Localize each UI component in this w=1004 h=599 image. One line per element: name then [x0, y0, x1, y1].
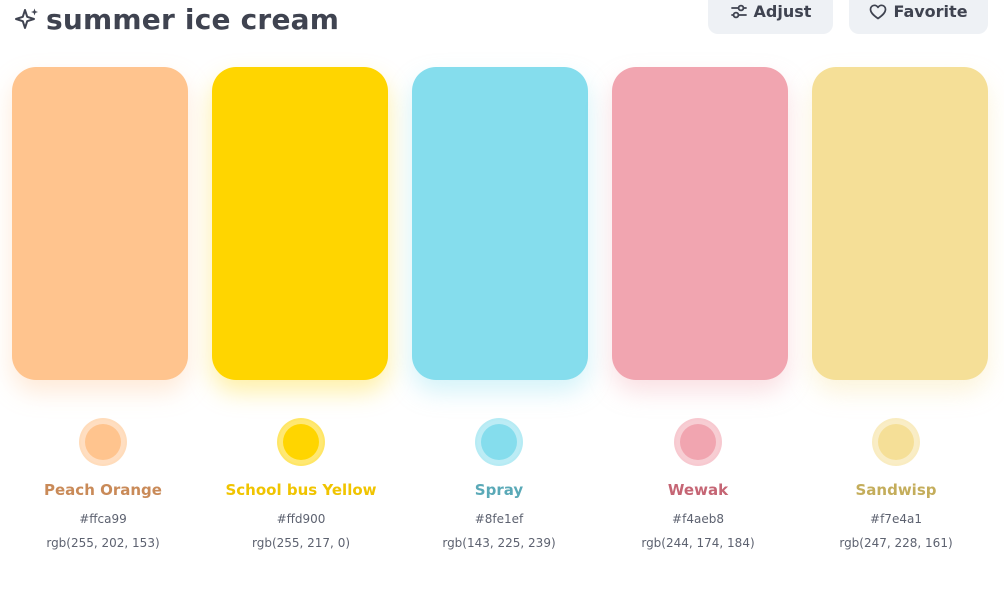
swatch-cards: [12, 67, 992, 380]
color-rgb[interactable]: rgb(255, 202, 153): [3, 536, 203, 550]
color-dot[interactable]: [874, 420, 918, 464]
color-info-wewak: Wewak #f4aeb8 rgb(244, 174, 184): [598, 420, 798, 550]
heart-icon: [870, 4, 887, 20]
adjust-button-label: Adjust: [753, 2, 812, 21]
color-card-spray[interactable]: [412, 67, 588, 380]
color-card-sandwisp[interactable]: [812, 67, 988, 380]
color-rgb[interactable]: rgb(244, 174, 184): [598, 536, 798, 550]
favorite-button[interactable]: Favorite: [849, 0, 988, 34]
color-name: Peach Orange: [44, 481, 162, 499]
color-hex[interactable]: #8fe1ef: [399, 512, 599, 526]
color-info-sandwisp: Sandwisp #f7e4a1 rgb(247, 228, 161): [796, 420, 996, 550]
color-name: Sandwisp: [855, 481, 937, 499]
color-dot[interactable]: [477, 420, 521, 464]
color-info-spray: Spray #8fe1ef rgb(143, 225, 239): [399, 420, 599, 550]
color-name: Wewak: [667, 481, 729, 499]
color-rgb[interactable]: rgb(255, 217, 0): [201, 536, 401, 550]
color-hex[interactable]: #ffd900: [201, 512, 401, 526]
color-hex[interactable]: #f7e4a1: [796, 512, 996, 526]
color-rgb[interactable]: rgb(143, 225, 239): [399, 536, 599, 550]
adjust-button[interactable]: Adjust: [708, 0, 833, 34]
color-name: School bus Yellow: [225, 481, 377, 499]
color-card-school-bus-yellow[interactable]: [212, 67, 388, 380]
header: summer ice cream Adjust Favorite: [0, 0, 1004, 50]
color-card-peach-orange[interactable]: [12, 67, 188, 380]
color-hex[interactable]: #f4aeb8: [598, 512, 798, 526]
color-name: Spray: [474, 481, 524, 499]
color-info-peach-orange: Peach Orange #ffca99 rgb(255, 202, 153): [3, 420, 203, 550]
palette-title: summer ice cream: [14, 2, 339, 38]
color-dot[interactable]: [279, 420, 323, 464]
palette-title-text: summer ice cream: [46, 3, 340, 36]
color-dot[interactable]: [81, 420, 125, 464]
color-hex[interactable]: #ffca99: [3, 512, 203, 526]
color-info-school-bus-yellow: School bus Yellow #ffd900 rgb(255, 217, …: [201, 420, 401, 550]
favorite-button-label: Favorite: [893, 2, 968, 21]
sliders-icon: [730, 4, 747, 19]
sparkles-icon: [15, 8, 38, 29]
color-card-wewak[interactable]: [612, 67, 788, 380]
color-dot[interactable]: [676, 420, 720, 464]
color-rgb[interactable]: rgb(247, 228, 161): [796, 536, 996, 550]
